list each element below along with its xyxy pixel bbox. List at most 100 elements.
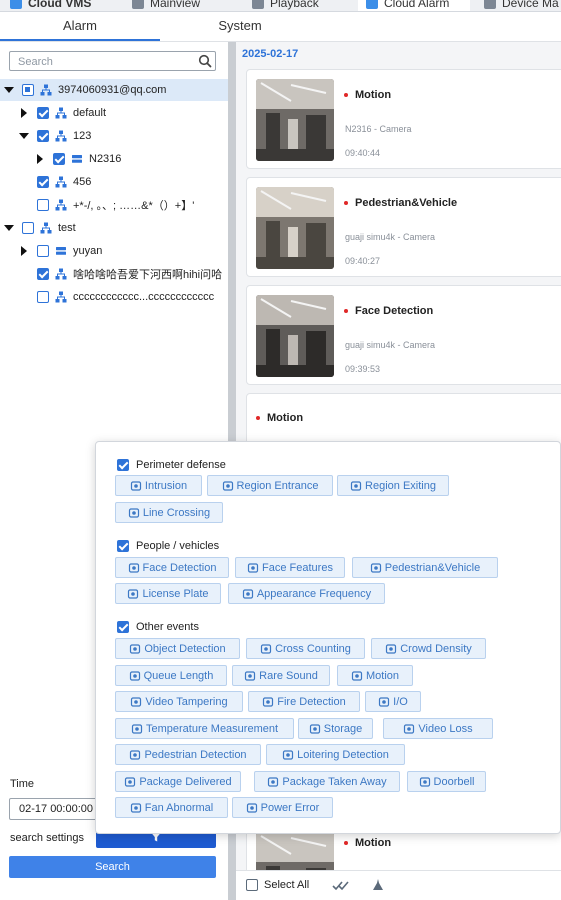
event-type-chip[interactable]: Rare Sound [232,665,330,686]
alarm-snapshot[interactable] [256,295,334,377]
event-type-chip[interactable]: Package Taken Away [254,771,400,792]
cloud-alarm-icon [366,0,378,9]
collapse-caret-icon[interactable] [4,223,14,233]
tree-node-checkbox[interactable] [22,222,34,234]
event-type-chip[interactable]: Fire Detection [248,691,360,712]
event-type-chip[interactable]: Face Features [235,557,345,578]
tab-cloud-alarm[interactable]: Cloud Alarm [358,0,470,11]
event-type-chip[interactable]: Object Detection [115,638,240,659]
tree-node-checkbox[interactable] [53,153,65,165]
crowd-density-icon [386,643,397,654]
expand-caret-icon[interactable] [35,154,45,164]
select-all-toggle[interactable]: Select All [246,879,309,891]
tree-node-checkbox[interactable] [37,130,49,142]
event-type-chip[interactable]: Intrusion [115,475,202,496]
search-input[interactable] [10,53,190,71]
time-start-input[interactable]: 02-17 00:00:00 [9,798,99,820]
tree-node[interactable]: default [0,102,228,124]
filter-group-header[interactable]: Perimeter defense [117,459,226,471]
alarm-card[interactable]: Pedestrian&Vehicle guaji simu4k - Camera 0… [246,177,561,277]
tree-node[interactable]: 123 [0,125,228,147]
event-type-chip[interactable]: Temperature Measurement [115,718,294,739]
event-type-chip[interactable]: Loitering Detection [266,744,405,765]
event-type-chip[interactable]: Motion [337,665,413,686]
alarm-snapshot[interactable] [256,187,334,269]
caret-spacer [19,269,29,279]
tree-node[interactable]: +*-/, 。、; ……&*（）+】' [0,194,228,216]
filter-group-header[interactable]: Other events [117,621,199,633]
event-type-label: Package Delivered [139,775,232,788]
event-type-chip[interactable]: Crowd Density [371,638,486,659]
tree-node-checkbox[interactable] [22,84,34,96]
event-type-chip[interactable]: Video Loss [383,718,493,739]
event-type-label: Cross Counting [275,642,351,655]
event-type-chip[interactable]: Line Crossing [115,502,223,523]
event-type-chip[interactable]: Pedestrian Detection [115,744,261,765]
tab-system[interactable]: System [160,12,320,42]
tree-node[interactable]: test [0,217,228,239]
tree-node-checkbox[interactable] [37,268,49,280]
search-icon[interactable] [198,54,212,68]
event-type-chip[interactable]: Queue Length [115,665,227,686]
tree-node-checkbox[interactable] [37,245,49,257]
tab-device-management-label: Device Ma [502,0,559,10]
tree-node[interactable]: yuyan [0,240,228,262]
filter-group-checkbox[interactable] [117,621,129,633]
alarm-card[interactable]: Motion N2316 - Camera 09:40:44 [246,69,561,169]
alarm-source: N2316 - Camera [345,124,412,134]
event-type-chip[interactable]: Package Delivered [115,771,241,792]
event-type-chip[interactable]: Storage [298,718,373,739]
event-type-label: Motion [365,669,400,682]
event-type-chip[interactable]: Video Tampering [115,691,243,712]
filter-group-header[interactable]: People / vehicles [117,540,219,552]
event-type-chip[interactable]: I/O [365,691,421,712]
event-type-chip[interactable]: Region Entrance [207,475,333,496]
tree-node[interactable]: 456 [0,171,228,193]
event-type-label: Package Taken Away [282,775,387,788]
org-icon [55,268,67,280]
tree-node-checkbox[interactable] [37,107,49,119]
event-type-chip[interactable]: Fan Abnormal [115,797,228,818]
event-type-label: Fan Abnormal [144,801,214,814]
tree-node[interactable]: cccccccccccc...cccccccccccc [0,286,228,308]
alarm-snapshot[interactable] [256,79,334,161]
tree-node-checkbox[interactable] [37,176,49,188]
tab-playback[interactable]: Playback [252,0,319,11]
collapse-caret-icon[interactable] [4,85,14,95]
filter-group-checkbox[interactable] [117,459,129,471]
event-type-chip[interactable]: Cross Counting [246,638,365,659]
tree-node[interactable]: N2316 [0,148,228,170]
tab-mainview[interactable]: Mainview [132,0,200,11]
search-button[interactable]: Search [9,856,216,878]
filter-group-checkbox[interactable] [117,540,129,552]
tab-alarm[interactable]: Alarm [0,12,160,42]
tree-node[interactable]: 啥哈啥哈吾爱下河西啊hihi问哈 [0,263,228,285]
expand-caret-icon[interactable] [19,108,29,118]
event-type-chip[interactable]: License Plate [115,583,221,604]
event-type-chip[interactable]: Appearance Frequency [228,583,385,604]
tree-node-label: +*-/, 。、; ……&*（）+】' [73,200,195,212]
search-settings-label: search settings [10,832,84,844]
clear-icon[interactable] [371,878,385,892]
tab-device-management[interactable]: Device Ma [484,0,559,11]
caret-spacer [19,177,29,187]
event-type-chip[interactable]: Region Exiting [337,475,449,496]
collapse-caret-icon[interactable] [19,131,29,141]
event-type-chip[interactable]: Doorbell [407,771,486,792]
tree-node-checkbox[interactable] [37,291,49,303]
app-title: Cloud VMS [28,0,92,10]
expand-caret-icon[interactable] [19,246,29,256]
event-type-chip[interactable]: Power Error [232,797,333,818]
mark-read-icon[interactable] [332,880,350,892]
select-all-checkbox[interactable] [246,879,258,891]
tree-node-checkbox[interactable] [37,199,49,211]
package-delivered-icon [125,776,136,787]
event-type-chip[interactable]: Pedestrian&Vehicle [352,557,498,578]
org-icon [55,107,67,119]
device-search[interactable] [9,51,216,71]
alarm-card[interactable]: Face Detection guaji simu4k - Camera 09:39… [246,285,561,385]
event-type-chip[interactable]: Face Detection [115,557,229,578]
tree-node[interactable]: 3974060931@qq.com [0,79,228,101]
org-icon [55,176,67,188]
event-type-label: Crowd Density [400,642,472,655]
